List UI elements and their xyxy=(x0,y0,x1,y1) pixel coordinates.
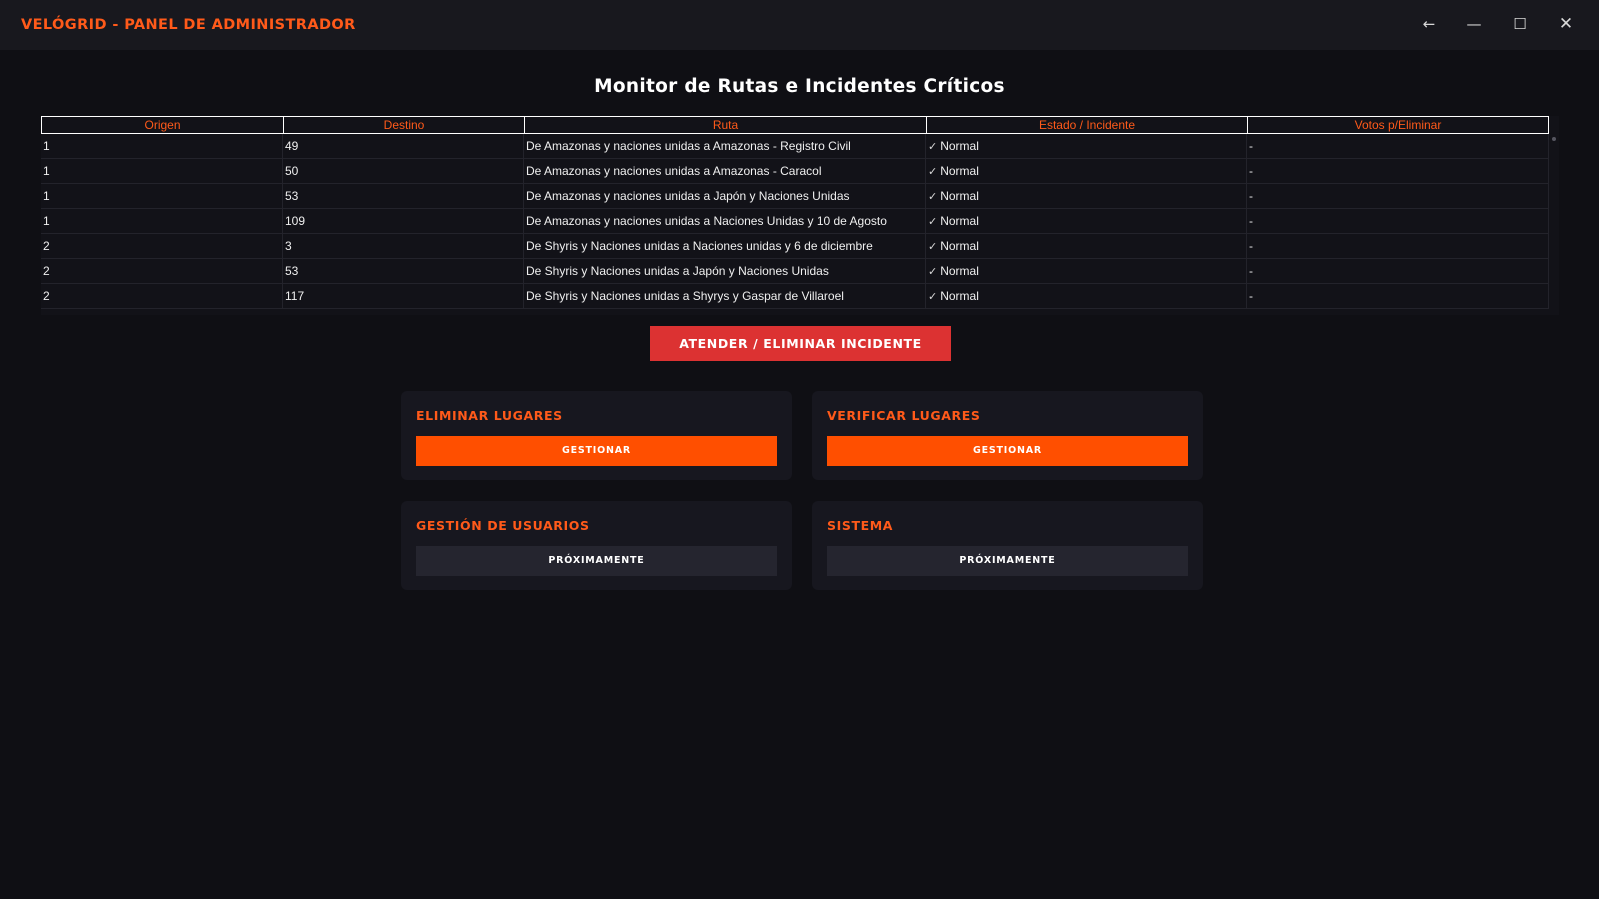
cell-estado: ✓ Normal xyxy=(926,184,1247,209)
column-header-destino[interactable]: Destino xyxy=(283,116,524,134)
routes-table: Origen Destino Ruta Estado / Incidente V… xyxy=(41,116,1559,315)
check-icon: ✓ xyxy=(928,291,938,303)
cell-origen: 1 xyxy=(41,209,283,234)
cell-ruta: De Amazonas y naciones unidas a Amazonas… xyxy=(524,159,926,184)
cell-destino: 53 xyxy=(283,259,524,284)
cell-estado: ✓ Normal xyxy=(926,159,1247,184)
estado-label: Normal xyxy=(940,189,979,203)
table-row[interactable]: 1 53 De Amazonas y naciones unidas a Jap… xyxy=(41,184,1549,209)
cell-destino: 53 xyxy=(283,184,524,209)
cell-votos: - xyxy=(1247,284,1549,309)
cell-origen: 1 xyxy=(41,134,283,159)
table-header: Origen Destino Ruta Estado / Incidente V… xyxy=(41,116,1549,134)
estado-label: Normal xyxy=(940,214,979,228)
card-verificar-lugares: VERIFICAR LUGARES GESTIONAR xyxy=(812,391,1203,480)
table-row[interactable]: 1 109 De Amazonas y naciones unidas a Na… xyxy=(41,209,1549,234)
check-icon: ✓ xyxy=(928,266,938,278)
check-icon: ✓ xyxy=(928,241,938,253)
app-title: VELÓGRID - PANEL DE ADMINISTRADOR xyxy=(21,17,356,33)
table-row[interactable]: 2 3 De Shyris y Naciones unidas a Nacion… xyxy=(41,234,1549,259)
cell-ruta: De Shyris y Naciones unidas a Shyrys y G… xyxy=(524,284,926,309)
check-icon: ✓ xyxy=(928,166,938,178)
cell-origen: 2 xyxy=(41,284,283,309)
table-row[interactable]: 2 53 De Shyris y Naciones unidas a Japón… xyxy=(41,259,1549,284)
table-row[interactable]: 2 117 De Shyris y Naciones unidas a Shyr… xyxy=(41,284,1549,309)
back-arrow-icon[interactable]: ← xyxy=(1406,8,1452,40)
cell-votos: - xyxy=(1247,134,1549,159)
card-sistema: SISTEMA PRÓXIMAMENTE xyxy=(812,501,1203,590)
cell-votos: - xyxy=(1247,209,1549,234)
cell-destino: 49 xyxy=(283,134,524,159)
cell-ruta: De Shyris y Naciones unidas a Naciones u… xyxy=(524,234,926,259)
title-bar: VELÓGRID - PANEL DE ADMINISTRADOR ← — ☐ … xyxy=(0,0,1599,50)
manage-verify-places-button[interactable]: GESTIONAR xyxy=(827,436,1188,466)
column-header-estado[interactable]: Estado / Incidente xyxy=(926,116,1247,134)
system-coming-soon-button[interactable]: PRÓXIMAMENTE xyxy=(827,546,1188,576)
card-eliminar-lugares: ELIMINAR LUGARES GESTIONAR xyxy=(401,391,792,480)
cell-votos: - xyxy=(1247,234,1549,259)
maximize-icon[interactable]: ☐ xyxy=(1497,8,1543,40)
check-icon: ✓ xyxy=(928,191,938,203)
card-title: ELIMINAR LUGARES xyxy=(416,408,563,423)
manage-delete-places-button[interactable]: GESTIONAR xyxy=(416,436,777,466)
card-title: GESTIÓN DE USUARIOS xyxy=(416,518,590,533)
column-header-ruta[interactable]: Ruta xyxy=(524,116,926,134)
estado-label: Normal xyxy=(940,164,979,178)
attend-incident-button[interactable]: ATENDER / ELIMINAR INCIDENTE xyxy=(650,326,951,361)
column-header-votos[interactable]: Votos p/Eliminar xyxy=(1247,116,1549,134)
estado-label: Normal xyxy=(940,264,979,278)
cell-origen: 1 xyxy=(41,159,283,184)
table-body: 1 49 De Amazonas y naciones unidas a Ama… xyxy=(41,134,1549,309)
check-icon: ✓ xyxy=(928,141,938,153)
cell-origen: 2 xyxy=(41,234,283,259)
cell-ruta: De Amazonas y naciones unidas a Amazonas… xyxy=(524,134,926,159)
cell-destino: 109 xyxy=(283,209,524,234)
card-title: VERIFICAR LUGARES xyxy=(827,408,981,423)
cell-origen: 1 xyxy=(41,184,283,209)
cell-ruta: De Amazonas y naciones unidas a Japón y … xyxy=(524,184,926,209)
card-title: SISTEMA xyxy=(827,518,894,533)
cell-ruta: De Shyris y Naciones unidas a Japón y Na… xyxy=(524,259,926,284)
cell-destino: 117 xyxy=(283,284,524,309)
estado-label: Normal xyxy=(940,139,979,153)
close-icon[interactable]: ✕ xyxy=(1543,8,1589,40)
cell-votos: - xyxy=(1247,184,1549,209)
cell-estado: ✓ Normal xyxy=(926,284,1247,309)
cell-estado: ✓ Normal xyxy=(926,259,1247,284)
cell-estado: ✓ Normal xyxy=(926,234,1247,259)
cell-votos: - xyxy=(1247,259,1549,284)
estado-label: Normal xyxy=(940,289,979,303)
column-header-origen[interactable]: Origen xyxy=(41,116,283,134)
scrollbar-thumb[interactable] xyxy=(1552,137,1556,141)
cell-origen: 2 xyxy=(41,259,283,284)
page-title: Monitor de Rutas e Incidentes Críticos xyxy=(594,76,1005,97)
cell-destino: 50 xyxy=(283,159,524,184)
users-coming-soon-button[interactable]: PRÓXIMAMENTE xyxy=(416,546,777,576)
estado-label: Normal xyxy=(940,239,979,253)
cell-votos: - xyxy=(1247,159,1549,184)
table-scrollbar[interactable] xyxy=(1549,134,1559,315)
cell-ruta: De Amazonas y naciones unidas a Naciones… xyxy=(524,209,926,234)
table-row[interactable]: 1 49 De Amazonas y naciones unidas a Ama… xyxy=(41,134,1549,159)
cell-estado: ✓ Normal xyxy=(926,209,1247,234)
check-icon: ✓ xyxy=(928,216,938,228)
cell-destino: 3 xyxy=(283,234,524,259)
table-row[interactable]: 1 50 De Amazonas y naciones unidas a Ama… xyxy=(41,159,1549,184)
cell-estado: ✓ Normal xyxy=(926,134,1247,159)
minimize-icon[interactable]: — xyxy=(1451,8,1497,40)
card-gestion-usuarios: GESTIÓN DE USUARIOS PRÓXIMAMENTE xyxy=(401,501,792,590)
